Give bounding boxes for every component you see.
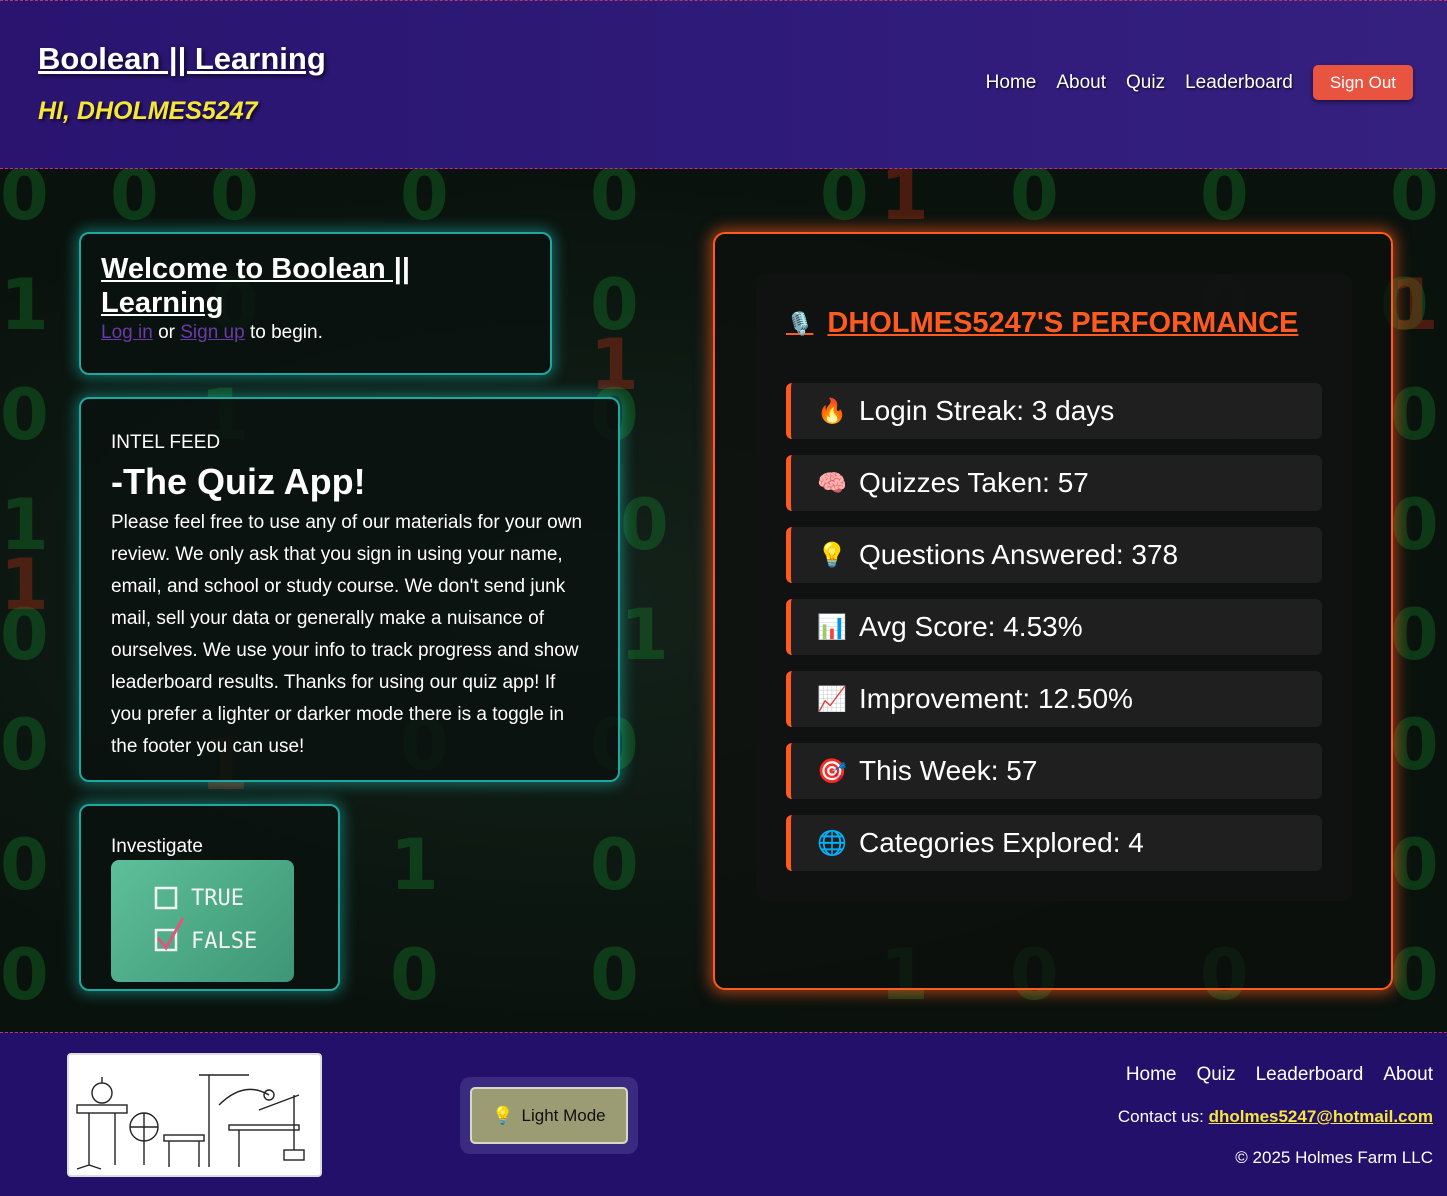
- intel-feed-body: Please feel free to use any of our mater…: [111, 512, 583, 757]
- stat-login-streak: 🔥 Login Streak: 3 days: [786, 383, 1322, 439]
- begin-text: to begin.: [249, 322, 323, 343]
- footer-nav: Home Quiz Leaderboard About: [1106, 1064, 1433, 1086]
- sign-out-button[interactable]: Sign Out: [1312, 65, 1413, 100]
- light-mode-label: Light Mode: [521, 1105, 606, 1125]
- performance-title-text: DHOLMES5247'S PERFORMANCE: [827, 307, 1299, 339]
- svg-text:0: 0: [820, 169, 869, 236]
- performance-panel: 🎙️ DHOLMES5247'S PERFORMANCE 🔥 Login Str…: [713, 232, 1393, 990]
- performance-inner: 🎙️ DHOLMES5247'S PERFORMANCE 🔥 Login Str…: [756, 274, 1352, 901]
- light-mode-button[interactable]: 💡 Light Mode: [470, 1087, 628, 1144]
- svg-text:0: 0: [1390, 374, 1439, 456]
- main-content: 000000000 10000 01000 100 010 0000 0100 …: [0, 169, 1447, 1032]
- footer-leaderboard-link[interactable]: Leaderboard: [1256, 1064, 1364, 1086]
- site-footer: 💡 Light Mode Home Quiz Leaderboard About…: [0, 1032, 1447, 1196]
- chalk-true-label: TRUE: [191, 886, 244, 911]
- globe-icon: 🌐: [817, 829, 847, 857]
- svg-text:0: 0: [210, 169, 259, 236]
- svg-text:0: 0: [590, 169, 639, 236]
- nav-about-link[interactable]: About: [1056, 72, 1106, 94]
- stat-text: Login Streak: 3 days: [859, 395, 1115, 426]
- signup-link[interactable]: Sign up: [180, 322, 244, 343]
- svg-text:0: 0: [0, 704, 49, 786]
- stat-avg-score: 📊 Avg Score: 4.53%: [786, 599, 1322, 655]
- stat-text: This Week: 57: [859, 755, 1038, 786]
- svg-text:1: 1: [620, 594, 669, 676]
- rube-goldberg-sketch: [76, 1074, 305, 1170]
- stat-questions-answered: 💡 Questions Answered: 378: [786, 527, 1322, 583]
- svg-text:0: 0: [590, 934, 639, 1016]
- copyright-text: © 2025 Holmes Farm LLC: [1235, 1148, 1433, 1167]
- fire-icon: 🔥: [817, 397, 847, 425]
- svg-text:0: 0: [1390, 594, 1439, 676]
- svg-text:1: 1: [590, 324, 639, 406]
- svg-text:0: 0: [1390, 484, 1439, 566]
- svg-text:0: 0: [1200, 169, 1249, 236]
- svg-text:1: 1: [0, 544, 49, 626]
- svg-text:0: 0: [590, 824, 639, 906]
- investigate-label: Investigate: [111, 836, 203, 857]
- microphone-icon: 🎙️: [786, 310, 814, 336]
- chalkboard-drawing: TRUE FALSE: [154, 886, 257, 954]
- svg-text:0: 0: [400, 169, 449, 236]
- stat-text: Avg Score: 4.53%: [859, 611, 1083, 642]
- lightbulb-icon: 💡: [817, 541, 847, 569]
- bar-chart-icon: 📊: [817, 613, 847, 641]
- intel-feed-label: INTEL FEED: [111, 432, 221, 453]
- theme-toggle-wrapper: 💡 Light Mode: [460, 1077, 638, 1154]
- svg-text:0: 0: [0, 169, 49, 236]
- stat-this-week: 🎯 This Week: 57: [786, 743, 1322, 799]
- investigate-card: Investigate TRUE FALSE: [79, 804, 340, 991]
- svg-text:0: 0: [0, 374, 49, 456]
- footer-home-link[interactable]: Home: [1126, 1064, 1177, 1086]
- svg-text:0: 0: [390, 934, 439, 1016]
- intel-feed-card: INTEL FEED -The Quiz App! Please feel fr…: [79, 397, 620, 782]
- target-icon: 🎯: [817, 757, 847, 785]
- footer-illustration: [67, 1053, 322, 1177]
- stat-categories-explored: 🌐 Categories Explored: 4: [786, 815, 1322, 871]
- stat-quizzes-taken: 🧠 Quizzes Taken: 57: [786, 455, 1322, 511]
- contact-email-link[interactable]: dholmes5247@hotmail.com: [1209, 1107, 1433, 1126]
- true-false-chalkboard-image[interactable]: TRUE FALSE: [111, 860, 294, 982]
- intel-feed-title: -The Quiz App!: [111, 461, 366, 502]
- svg-text:0: 0: [1390, 824, 1439, 906]
- site-header: Boolean || Learning HI, DHOLMES5247 Home…: [0, 0, 1447, 169]
- welcome-card: Welcome to Boolean || Learning Log in or…: [79, 232, 552, 375]
- stat-improvement: 📈 Improvement: 12.50%: [786, 671, 1322, 727]
- svg-text:1: 1: [390, 824, 439, 906]
- nav-quiz-link[interactable]: Quiz: [1126, 72, 1165, 94]
- header-nav: Home About Quiz Leaderboard Sign Out: [966, 65, 1413, 100]
- or-text: or: [158, 322, 175, 343]
- performance-title: 🎙️ DHOLMES5247'S PERFORMANCE: [786, 307, 1298, 340]
- stat-text: Categories Explored: 4: [859, 827, 1144, 858]
- welcome-text: Log in or Sign up to begin.: [101, 322, 530, 344]
- svg-text:1: 1: [1390, 264, 1439, 346]
- svg-text:0: 0: [110, 169, 159, 236]
- svg-text:0: 0: [1010, 169, 1059, 236]
- svg-text:1: 1: [0, 264, 49, 346]
- footer-quiz-link[interactable]: Quiz: [1197, 1064, 1236, 1086]
- brand-title[interactable]: Boolean || Learning: [38, 41, 326, 77]
- svg-text:1: 1: [880, 169, 929, 236]
- svg-text:0: 0: [1390, 704, 1439, 786]
- nav-home-link[interactable]: Home: [986, 72, 1037, 94]
- trend-up-icon: 📈: [817, 685, 847, 713]
- contact-line: Contact us: dholmes5247@hotmail.com: [1118, 1107, 1433, 1127]
- stat-text: Questions Answered: 378: [859, 539, 1179, 570]
- stat-text: Improvement: 12.50%: [859, 683, 1133, 714]
- contact-label: Contact us:: [1117, 1107, 1204, 1126]
- svg-text:0: 0: [1390, 169, 1439, 236]
- lightbulb-icon: 💡: [492, 1105, 514, 1125]
- svg-text:0: 0: [0, 824, 49, 906]
- nav-leaderboard-link[interactable]: Leaderboard: [1185, 72, 1293, 94]
- stat-text: Quizzes Taken: 57: [859, 467, 1089, 498]
- brain-icon: 🧠: [817, 469, 847, 497]
- login-link[interactable]: Log in: [101, 322, 153, 343]
- footer-about-link[interactable]: About: [1383, 1064, 1433, 1086]
- svg-text:0: 0: [1390, 934, 1439, 1016]
- user-greeting: HI, DHOLMES5247: [38, 97, 258, 125]
- chalk-false-label: FALSE: [191, 929, 257, 954]
- svg-text:0: 0: [0, 934, 49, 1016]
- svg-text:0: 0: [620, 484, 669, 566]
- welcome-title: Welcome to Boolean || Learning: [101, 253, 410, 319]
